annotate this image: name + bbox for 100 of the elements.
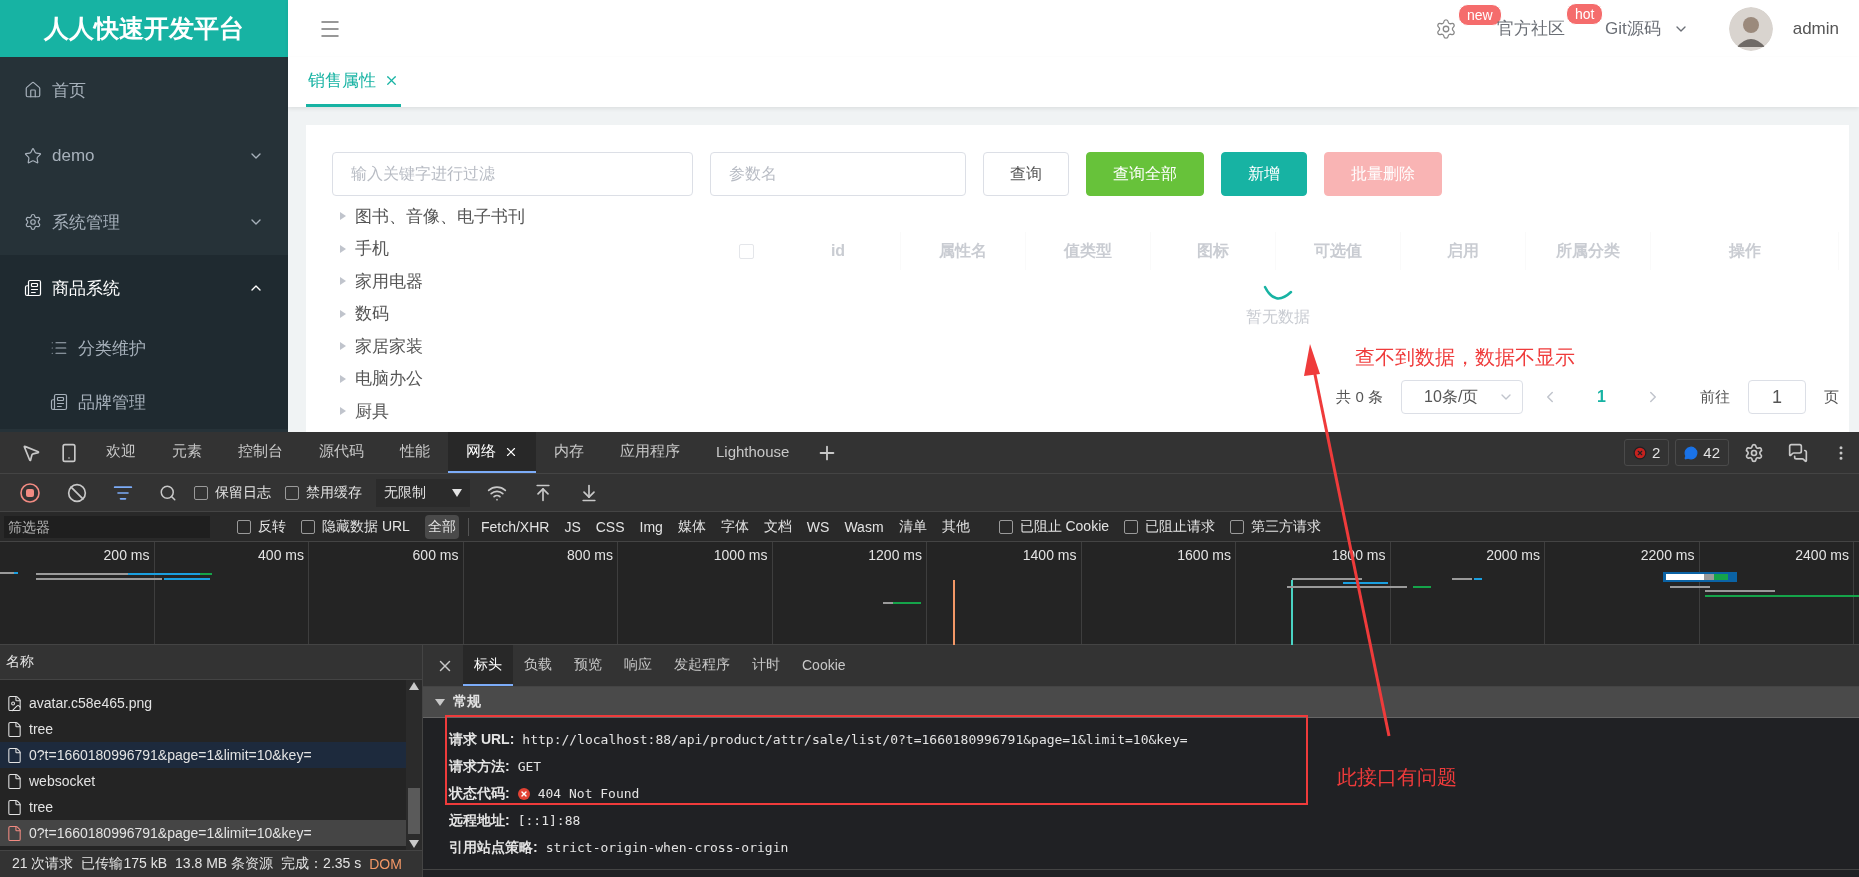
type-filter[interactable]: 文档 xyxy=(760,514,795,539)
checkbox[interactable]: 反转 xyxy=(237,517,286,536)
settings-link[interactable] xyxy=(1434,17,1457,40)
type-filter[interactable]: Fetch/XHR xyxy=(477,515,553,538)
action-button[interactable]: 查询 xyxy=(983,152,1069,196)
message-counter[interactable]: 42 xyxy=(1675,439,1729,466)
type-filter[interactable]: Wasm xyxy=(841,515,887,538)
sidebar-subitem[interactable]: 品牌管理 xyxy=(0,375,288,429)
time-tick-label: 400 ms xyxy=(258,547,304,565)
sidebar-item-label: 首页 xyxy=(52,79,87,102)
param-input[interactable]: 参数名 xyxy=(710,152,966,196)
tree-node[interactable]: 手机 xyxy=(332,232,694,265)
detail-tab[interactable]: 计时 xyxy=(741,645,791,686)
detail-tab[interactable]: 响应 xyxy=(613,645,663,686)
time-tick-label: 1000 ms xyxy=(713,547,768,565)
goto-page-input[interactable]: 1 xyxy=(1748,380,1806,414)
detail-tab[interactable]: Cookie xyxy=(791,645,857,686)
devtools-tab[interactable]: 性能 xyxy=(382,432,448,473)
sidebar-subitem[interactable]: 分类维护 xyxy=(0,321,288,375)
select-all-checkbox[interactable] xyxy=(738,243,754,259)
filter-input[interactable]: 筛选器 xyxy=(4,515,210,538)
checkbox[interactable]: 第三方请求 xyxy=(1230,517,1322,536)
page-suffix: 页 xyxy=(1824,387,1839,407)
type-filter[interactable]: WS xyxy=(803,515,833,538)
image-file-icon xyxy=(6,694,23,712)
error-icon xyxy=(1632,445,1647,460)
house-icon xyxy=(24,81,42,99)
sidebar-item[interactable]: 首页 xyxy=(0,57,288,123)
tree-node[interactable]: 家用电器 xyxy=(332,265,694,298)
checkbox[interactable]: 已阻止 Cookie xyxy=(998,517,1110,536)
sidebar-item[interactable]: demo xyxy=(0,123,288,189)
sidebar-item[interactable]: 商品系统 xyxy=(0,255,288,321)
header-value: [::1]:88 xyxy=(517,813,581,828)
request-row[interactable]: tree xyxy=(0,716,406,742)
devtools-tab[interactable]: Lighthouse xyxy=(698,432,808,473)
detail-tab[interactable]: 负载 xyxy=(513,645,563,686)
request-row[interactable]: tree xyxy=(0,794,406,820)
goto-label: 前往 xyxy=(1700,387,1730,407)
page-tab-label: 销售属性 xyxy=(308,70,376,92)
document-icon xyxy=(50,393,68,411)
devtools-tab[interactable]: 元素 xyxy=(154,432,220,473)
type-filter[interactable]: 全部 xyxy=(424,514,459,539)
tree-node[interactable]: 家居家装 xyxy=(332,330,694,363)
section-header[interactable]: 常规 xyxy=(423,687,1859,718)
checkbox[interactable]: 隐藏数据 URL xyxy=(301,517,410,536)
request-row[interactable]: 0?t=1660180996791&page=1&limit=10&key= xyxy=(0,820,406,846)
devtools-tab[interactable]: 内存 xyxy=(536,432,602,473)
tree-node[interactable]: 厨具 xyxy=(332,395,694,428)
detail-tab[interactable]: 发起程序 xyxy=(663,645,741,686)
tree-node[interactable]: 数码 xyxy=(332,297,694,330)
error-counter[interactable]: 2 xyxy=(1623,439,1670,466)
devtools-tab[interactable]: 源代码 xyxy=(301,432,382,473)
devtools-tab[interactable]: 应用程序 xyxy=(602,432,698,473)
detail-tab[interactable]: 预览 xyxy=(563,645,613,686)
header-key: 状态代码: xyxy=(449,784,510,803)
tree-node-label: 家居家装 xyxy=(355,335,423,358)
tree-node[interactable]: 电脑办公 xyxy=(332,362,694,395)
type-filter[interactable]: JS xyxy=(561,515,584,538)
scroll-up-icon[interactable] xyxy=(409,682,419,690)
detail-tab[interactable]: 标头 xyxy=(463,645,513,686)
header-key: 远程地址: xyxy=(449,811,510,830)
checkbox[interactable]: 已阻止请求 xyxy=(1124,517,1216,536)
tree-node[interactable]: 图书、音像、电子书刊 xyxy=(332,200,694,233)
tree-node-label: 图书、音像、电子书刊 xyxy=(355,205,525,228)
type-filter[interactable]: CSS xyxy=(592,515,628,538)
message-icon xyxy=(1684,445,1699,460)
checkbox[interactable]: 保留日志 xyxy=(194,483,271,502)
checkbox[interactable]: 禁用缓存 xyxy=(285,483,362,502)
type-filter[interactable]: 清单 xyxy=(895,514,930,539)
header-value: GET xyxy=(517,759,542,774)
badge: hot xyxy=(1565,3,1604,25)
page-size-select[interactable]: 10条/页 xyxy=(1401,380,1524,414)
devtools-tab[interactable]: 欢迎 xyxy=(88,432,154,473)
scroll-down-icon[interactable] xyxy=(409,840,419,848)
devtools-tab[interactable]: 控制台 xyxy=(220,432,301,473)
type-filter[interactable]: 媒体 xyxy=(674,514,709,539)
header-link[interactable]: Git源码 xyxy=(1604,17,1689,40)
request-row[interactable]: websocket xyxy=(0,768,406,794)
user-menu[interactable]: admin xyxy=(1728,6,1839,51)
sidebar-item[interactable]: 系统管理 xyxy=(0,189,288,255)
tree-filter-input[interactable]: 输入关键字进行过滤 xyxy=(332,152,693,196)
document-icon xyxy=(24,279,42,297)
scrollbar-thumb[interactable] xyxy=(408,788,420,834)
header-value: 404 Not Found xyxy=(537,786,640,801)
devtools-tab[interactable]: 网络 xyxy=(448,432,536,473)
type-filter[interactable]: 字体 xyxy=(717,514,752,539)
column-header: 名称 xyxy=(0,645,422,680)
throttle-select[interactable]: 无限制 xyxy=(376,478,470,507)
time-tick-label: 2200 ms xyxy=(1640,547,1695,565)
sidebar-item-label: demo xyxy=(52,146,96,166)
scrollbar[interactable] xyxy=(406,680,422,850)
sidebar-item-label: 系统管理 xyxy=(52,211,121,234)
type-filter[interactable]: Img xyxy=(636,515,666,538)
type-filter[interactable]: 其他 xyxy=(938,514,973,539)
request-row[interactable]: avatar.c58e465.png xyxy=(0,690,406,716)
tree-node-label: 厨具 xyxy=(355,400,389,423)
tree-node-label: 数码 xyxy=(355,303,389,326)
time-tick-label: 2000 ms xyxy=(1486,547,1540,565)
request-row[interactable]: 0?t=1660180996791&page=1&limit=10&key= xyxy=(0,742,406,768)
avatar-icon xyxy=(1728,6,1773,51)
